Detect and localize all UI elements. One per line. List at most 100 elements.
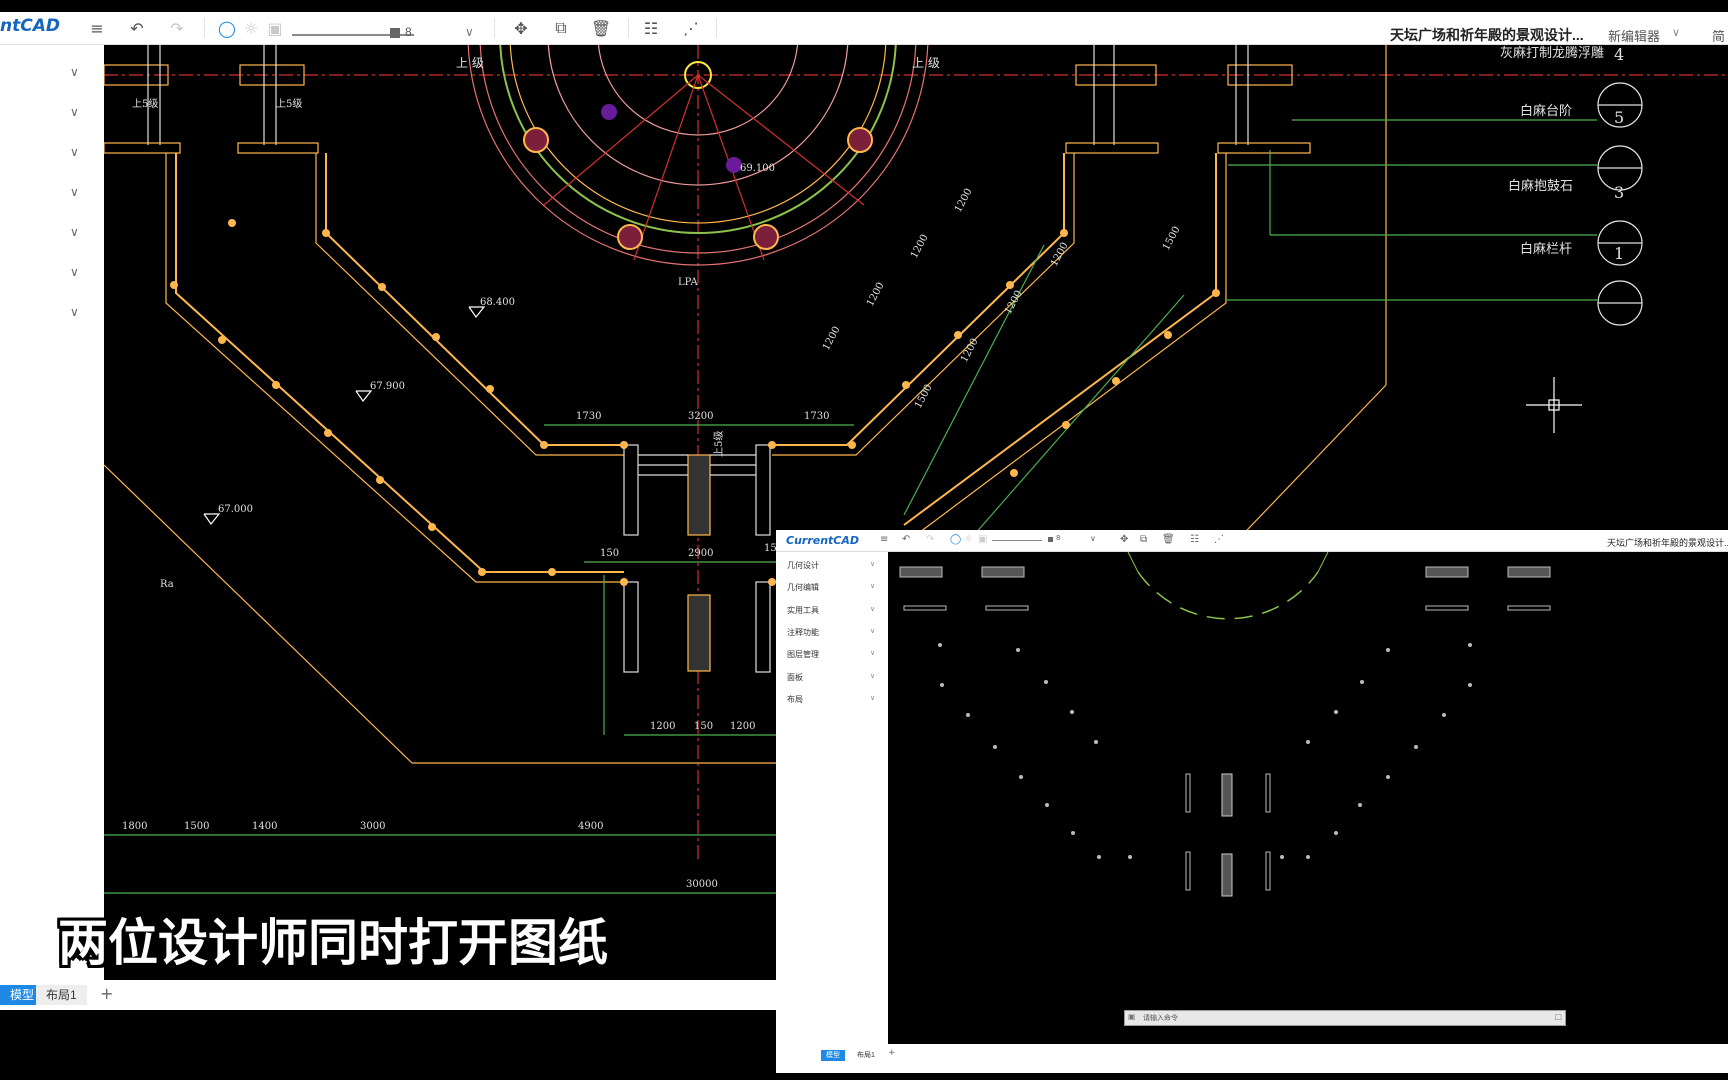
diagonal-dimension: 1200 [821,325,843,353]
delete-icon[interactable]: 🗑 [588,16,614,40]
tab-layout1[interactable]: 布局1 [36,985,87,1005]
lineweight-value[interactable]: 8 [405,25,412,39]
tab-model[interactable]: 模型 [821,1050,845,1061]
dimension-label: 150 [694,721,713,732]
chevron-down-icon[interactable]: ∨ [1090,534,1096,543]
chevron-down-icon[interactable]: ∨ [870,694,875,702]
dimension-label: 1200 [730,721,755,732]
chevron-down-icon[interactable]: ∨ [870,649,875,657]
expand-icon[interactable]: ▢ [1554,1012,1562,1021]
chevron-down-icon[interactable]: ∨ [70,225,79,239]
dimension-label: 3200 [688,411,713,422]
grid-icon[interactable]: ☷ [1190,534,1199,545]
sun-icon[interactable]: ☼ [964,534,973,545]
inset-toolbar: CurrentCAD ≡ ↶ ↷ ◯ ☼ ▣ 8 ∨ ✥ ⧉ 🗑 ☷ ⋰ 天坛广… [776,531,1728,552]
chevron-down-icon[interactable]: ∨ [870,582,875,590]
redo-icon[interactable]: ↷ [926,534,934,545]
diagonal-dimension: 1200 [909,233,931,261]
chevron-down-icon[interactable]: ∨ [70,305,79,319]
chevron-down-icon[interactable]: ∨ [70,265,79,279]
lineweight-preview[interactable] [992,540,1042,541]
undo-icon[interactable]: ↶ [902,534,910,545]
sun-icon[interactable]: ☼ [238,16,264,40]
lineweight-value[interactable]: 8 [1056,534,1060,542]
sidebar-item-geometry-edit[interactable]: 几何编辑 [787,582,819,593]
callout-label: 白麻抱鼓石 [1508,178,1573,194]
color-swatch[interactable] [1048,537,1053,542]
chevron-down-icon[interactable]: ∨ [70,65,79,79]
dimension-label: 1200 [650,721,675,732]
menu-icon[interactable]: ≡ [880,534,888,545]
add-tab-button[interactable]: + [888,1048,896,1058]
redo-icon[interactable]: ↷ [164,16,190,40]
undo-icon[interactable]: ↶ [124,16,150,40]
command-input[interactable]: 请输入命令 [1143,1013,1178,1023]
move-icon[interactable]: ✥ [508,16,534,40]
elevation-label: 67.900 [370,381,405,392]
toolbar-divider [628,18,629,38]
bulb-icon[interactable]: ◯ [950,534,961,545]
step-label: 上5级 [713,431,725,457]
chevron-down-icon[interactable]: ∨ [870,627,875,635]
sidebar-item-layers[interactable]: 图层管理 [787,649,819,660]
chevron-down-icon[interactable]: ∨ [870,672,875,680]
diagonal-dimension: 1200 [1003,289,1025,317]
chevron-down-icon[interactable]: ∨ [1672,26,1680,39]
left-sidebar: ∨ ∨ ∨ ∨ ∨ ∨ ∨ [0,45,104,980]
dimension-label: 1730 [576,411,601,422]
menu-icon[interactable]: ≡ [84,16,110,40]
copy-icon[interactable]: ⧉ [548,16,574,40]
grid-icon[interactable]: ☷ [638,16,664,40]
sidebar-item-layout[interactable]: 布局 [787,694,803,705]
inset-sidebar: 几何设计 ∨ 几何编辑 ∨ 实用工具 ∨ 注释功能 ∨ 图层管理 ∨ 面板 ∨ … [776,552,888,1044]
language-switch[interactable]: 简 [1712,26,1725,45]
sidebar-item-annotation[interactable]: 注释功能 [787,627,819,638]
app-logo: ntCAD [0,16,60,36]
chevron-down-icon[interactable]: ∨ [70,185,79,199]
tab-layout1[interactable]: 布局1 [852,1050,880,1061]
diagonal-dimension: 1200 [865,281,887,309]
delete-icon[interactable]: 🗑 [1162,534,1175,545]
sidebar-item-utilities[interactable]: 实用工具 [787,605,819,616]
chevron-down-icon[interactable]: ∨ [70,105,79,119]
copy-icon[interactable]: ⧉ [1140,534,1147,545]
lock-icon[interactable]: ▣ [262,16,288,40]
dimension-label: 1800 [122,821,147,832]
screen-top-strip [0,0,1728,12]
level-label: 上 级 [912,56,940,70]
add-tab-button[interactable]: + [100,984,113,1003]
chevron-down-icon[interactable]: ∨ [870,560,875,568]
dimension-label: 1730 [804,411,829,422]
chevron-down-icon[interactable]: ∨ [870,605,875,613]
second-designer-window: CurrentCAD ≡ ↶ ↷ ◯ ☼ ▣ 8 ∨ ✥ ⧉ 🗑 ☷ ⋰ 天坛广… [776,530,1728,1073]
inset-document-title: 天坛广场和祈年殿的景观设计... [1607,538,1728,548]
chevron-down-icon[interactable]: ∨ [70,145,79,159]
callout-number: 3 [1614,183,1624,202]
move-icon[interactable]: ✥ [1120,534,1128,545]
level-label: 上5级 [132,98,158,110]
color-swatch[interactable] [390,28,400,38]
chevron-down-icon[interactable]: ∨ [465,25,474,39]
lock-icon[interactable]: ▣ [978,534,987,545]
inset-drawing-canvas[interactable]: ▣ 请输入命令 ▢ [888,552,1728,1044]
command-line[interactable]: ▣ 请输入命令 ▢ [1124,1010,1566,1026]
layout-tabs-bar: 模型 布局1 + [0,980,776,1010]
editor-switch[interactable]: 新编辑器 [1608,26,1660,45]
dimension-total: 30000 [686,879,718,890]
snap-icon[interactable]: ⋰ [678,16,704,40]
terminal-icon: ▣ [1128,1012,1136,1021]
toolbar-divider [494,18,495,38]
snap-icon[interactable]: ⋰ [1214,534,1224,545]
dimension-label: 2900 [688,548,713,559]
toolbar-divider [204,18,205,38]
sidebar-item-geometry-design[interactable]: 几何设计 [787,560,819,571]
toolbar-divider [716,18,717,38]
callout-number: 4 [1614,45,1624,64]
sidebar-item-panel[interactable]: 面板 [787,672,803,683]
callout-label: 白麻栏杆 [1520,241,1572,257]
inset-cad-drawing[interactable] [888,552,1728,1044]
dimension-label: 3000 [360,821,385,832]
dimension-label: 4900 [578,821,603,832]
bulb-icon[interactable]: ◯ [214,16,240,40]
elevation-label: 67.000 [218,504,253,515]
